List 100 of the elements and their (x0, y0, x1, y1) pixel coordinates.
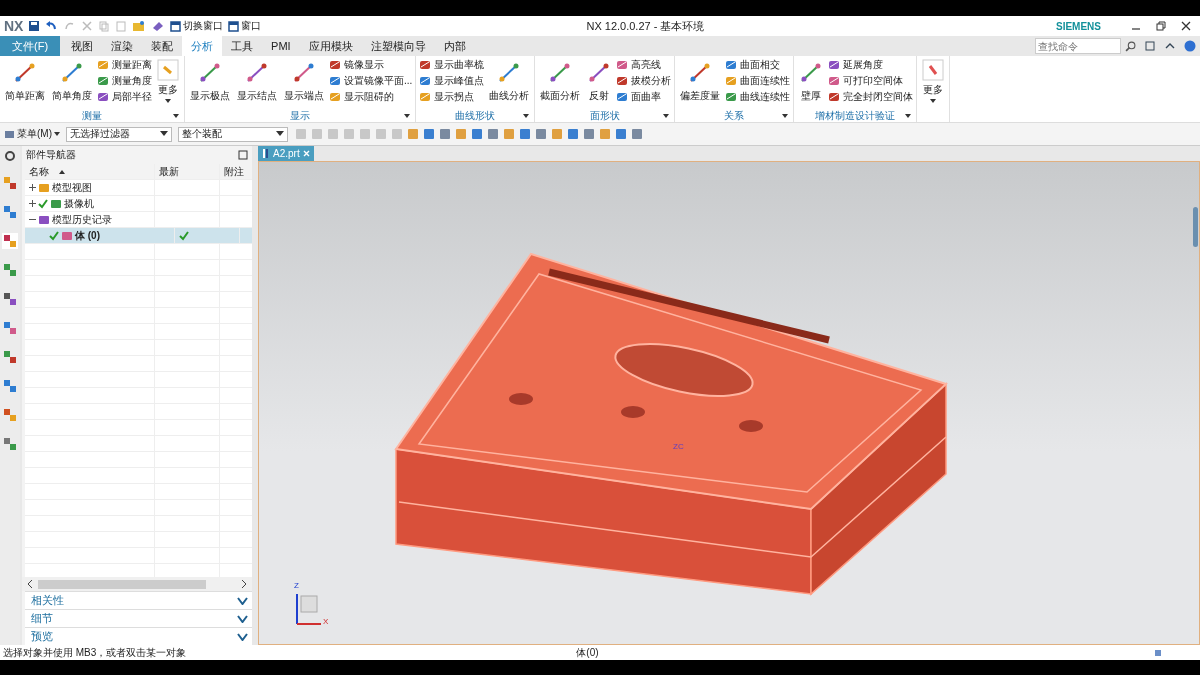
ribbon-tab[interactable]: 内部 (434, 36, 475, 56)
ribbon-tab[interactable]: 装配 (142, 36, 183, 56)
selection-status: 体(0) (576, 645, 599, 660)
more-button[interactable]: 更多 (920, 58, 947, 104)
ribbon-button[interactable]: 镜像显示 (329, 58, 413, 72)
close-icon[interactable] (1181, 21, 1191, 31)
settings-icon[interactable] (4, 150, 16, 162)
tree-item[interactable]: 模型视图 (52, 180, 92, 195)
maximize-icon[interactable] (238, 150, 248, 160)
folder-icon[interactable] (132, 20, 147, 32)
column-header[interactable]: 名称 (25, 164, 155, 179)
menu-button[interactable]: 菜单(M) (4, 127, 60, 141)
ribbon-button[interactable]: 偏差度量 (678, 58, 723, 109)
ribbon-tab[interactable]: 工具 (222, 36, 263, 56)
navigator-icon[interactable] (2, 320, 18, 336)
expander-icon[interactable] (29, 200, 36, 207)
ribbon-button[interactable]: 显示峰值点 (419, 74, 485, 88)
ribbon-button[interactable]: 延展角度 (828, 58, 914, 72)
eraser-icon[interactable] (151, 20, 166, 32)
ribbon-button[interactable]: 简单角度 (50, 58, 94, 109)
help-icon[interactable] (1184, 40, 1196, 52)
ribbon-button[interactable]: 可打印空间体 (828, 74, 914, 88)
navigator-icon[interactable] (2, 436, 18, 452)
ribbon-button[interactable]: 显示阻碍的 (329, 90, 413, 104)
ribbon-tab[interactable]: PMI (262, 36, 300, 56)
ribbon-button[interactable]: 曲线分析 (487, 58, 532, 109)
caret-icon[interactable] (782, 113, 789, 118)
collapsible-panel[interactable]: 相关性 (25, 591, 252, 609)
navigator-icon[interactable] (2, 175, 18, 191)
tree-item[interactable]: 摄像机 (64, 196, 94, 211)
column-header[interactable]: 最新 (155, 164, 220, 179)
ribbon-button[interactable]: 完全封闭空间体 (828, 90, 914, 104)
caret-icon (930, 99, 937, 103)
ribbon-button[interactable]: 曲面连续性 (725, 74, 791, 88)
navigator-icon[interactable] (2, 291, 18, 307)
save-icon[interactable] (28, 20, 41, 32)
ribbon-button[interactable]: 简单距离 (3, 58, 47, 109)
collapsible-panel[interactable]: 细节 (25, 609, 252, 627)
ribbon-button[interactable]: 曲面相交 (725, 58, 791, 72)
ribbon-tab[interactable]: 应用模块 (299, 36, 362, 56)
ribbon-button[interactable]: 曲线连续性 (725, 90, 791, 104)
ribbon-button[interactable]: 显示端点 (282, 58, 326, 109)
ribbon-button[interactable]: 局部半径 (97, 90, 152, 104)
ribbon-button[interactable]: 显示极点 (188, 58, 232, 109)
caret-icon[interactable] (663, 113, 670, 118)
check-icon[interactable] (38, 198, 48, 209)
ribbon-button[interactable]: 测量角度 (97, 74, 152, 88)
check-icon[interactable] (49, 230, 59, 241)
ribbon-button[interactable]: 显示曲率梳 (419, 58, 485, 72)
search-icon[interactable] (1125, 40, 1136, 52)
search-field[interactable]: 查找命令 (1035, 38, 1121, 54)
ribbon-button[interactable]: 测量距离 (97, 58, 152, 72)
ribbon-button[interactable]: 高亮线 (616, 58, 672, 72)
ribbon-tab[interactable]: 分析 (182, 36, 223, 56)
ribbon-button[interactable]: 截面分析 (538, 58, 583, 109)
ribbon-tab[interactable]: 视图 (62, 36, 103, 56)
analysis-icon (419, 75, 432, 87)
scroll-left-icon[interactable] (26, 580, 34, 588)
navigator-icon[interactable] (2, 262, 18, 278)
ribbon-button[interactable]: 显示结点 (235, 58, 279, 109)
caret-icon[interactable] (905, 113, 912, 118)
selection-toolbar-drawing[interactable] (294, 127, 644, 141)
fullscreen-icon[interactable] (1144, 40, 1156, 52)
scope-dropdown[interactable]: 整个装配 (178, 126, 288, 142)
caret-icon[interactable] (404, 113, 411, 118)
ribbon-button[interactable]: 面曲率 (616, 90, 672, 104)
fit-view-icon[interactable] (1153, 647, 1163, 658)
ribbon-button[interactable]: 设置镜像平面... (329, 74, 413, 88)
expander-icon[interactable] (29, 216, 36, 223)
navigator-icon[interactable] (2, 349, 18, 365)
expander-icon[interactable] (29, 184, 36, 191)
caret-icon[interactable] (523, 113, 530, 118)
navigator-icon[interactable] (2, 378, 18, 394)
navigator-icon[interactable] (2, 407, 18, 423)
scrollbar-thumb[interactable] (1193, 207, 1198, 247)
filter-dropdown[interactable]: 无选择过滤器 (66, 126, 172, 142)
ribbon-button[interactable]: 拔模分析 (616, 74, 672, 88)
more-button[interactable]: 更多 (155, 58, 181, 109)
group-label: 显示 (290, 108, 311, 123)
window-button[interactable]: 切换窗口 (170, 19, 224, 33)
navigator-icon[interactable] (2, 233, 18, 249)
ribbon-button[interactable]: 显示拐点 (419, 90, 485, 104)
analysis-icon (419, 59, 432, 71)
scrollbar-thumb[interactable] (38, 579, 206, 589)
analysis-icon (60, 61, 84, 85)
window-title: NX 12.0.0.27 - 基本环境 (586, 18, 706, 34)
ribbon-tab[interactable]: 渲染 (102, 36, 143, 56)
ribbon-tab[interactable]: 注塑模向导 (361, 36, 435, 56)
ribbon-button[interactable]: 壁厚 (797, 58, 826, 109)
scroll-right-icon[interactable] (240, 580, 248, 588)
restore-icon[interactable] (1156, 21, 1166, 31)
collapsible-panel[interactable]: 预览 (25, 627, 252, 645)
tree-item[interactable]: 体 (0) (75, 228, 100, 243)
navigator-icon[interactable] (2, 204, 18, 220)
column-header[interactable]: 附注 (220, 164, 252, 179)
ribbon-button[interactable]: 反射 (585, 58, 614, 109)
ribbon-tab[interactable]: 文件(F) (0, 36, 61, 56)
tree-item[interactable]: 模型历史记录 (52, 212, 112, 227)
window-button[interactable]: 窗口 (228, 19, 262, 33)
caret-icon[interactable] (173, 113, 179, 118)
